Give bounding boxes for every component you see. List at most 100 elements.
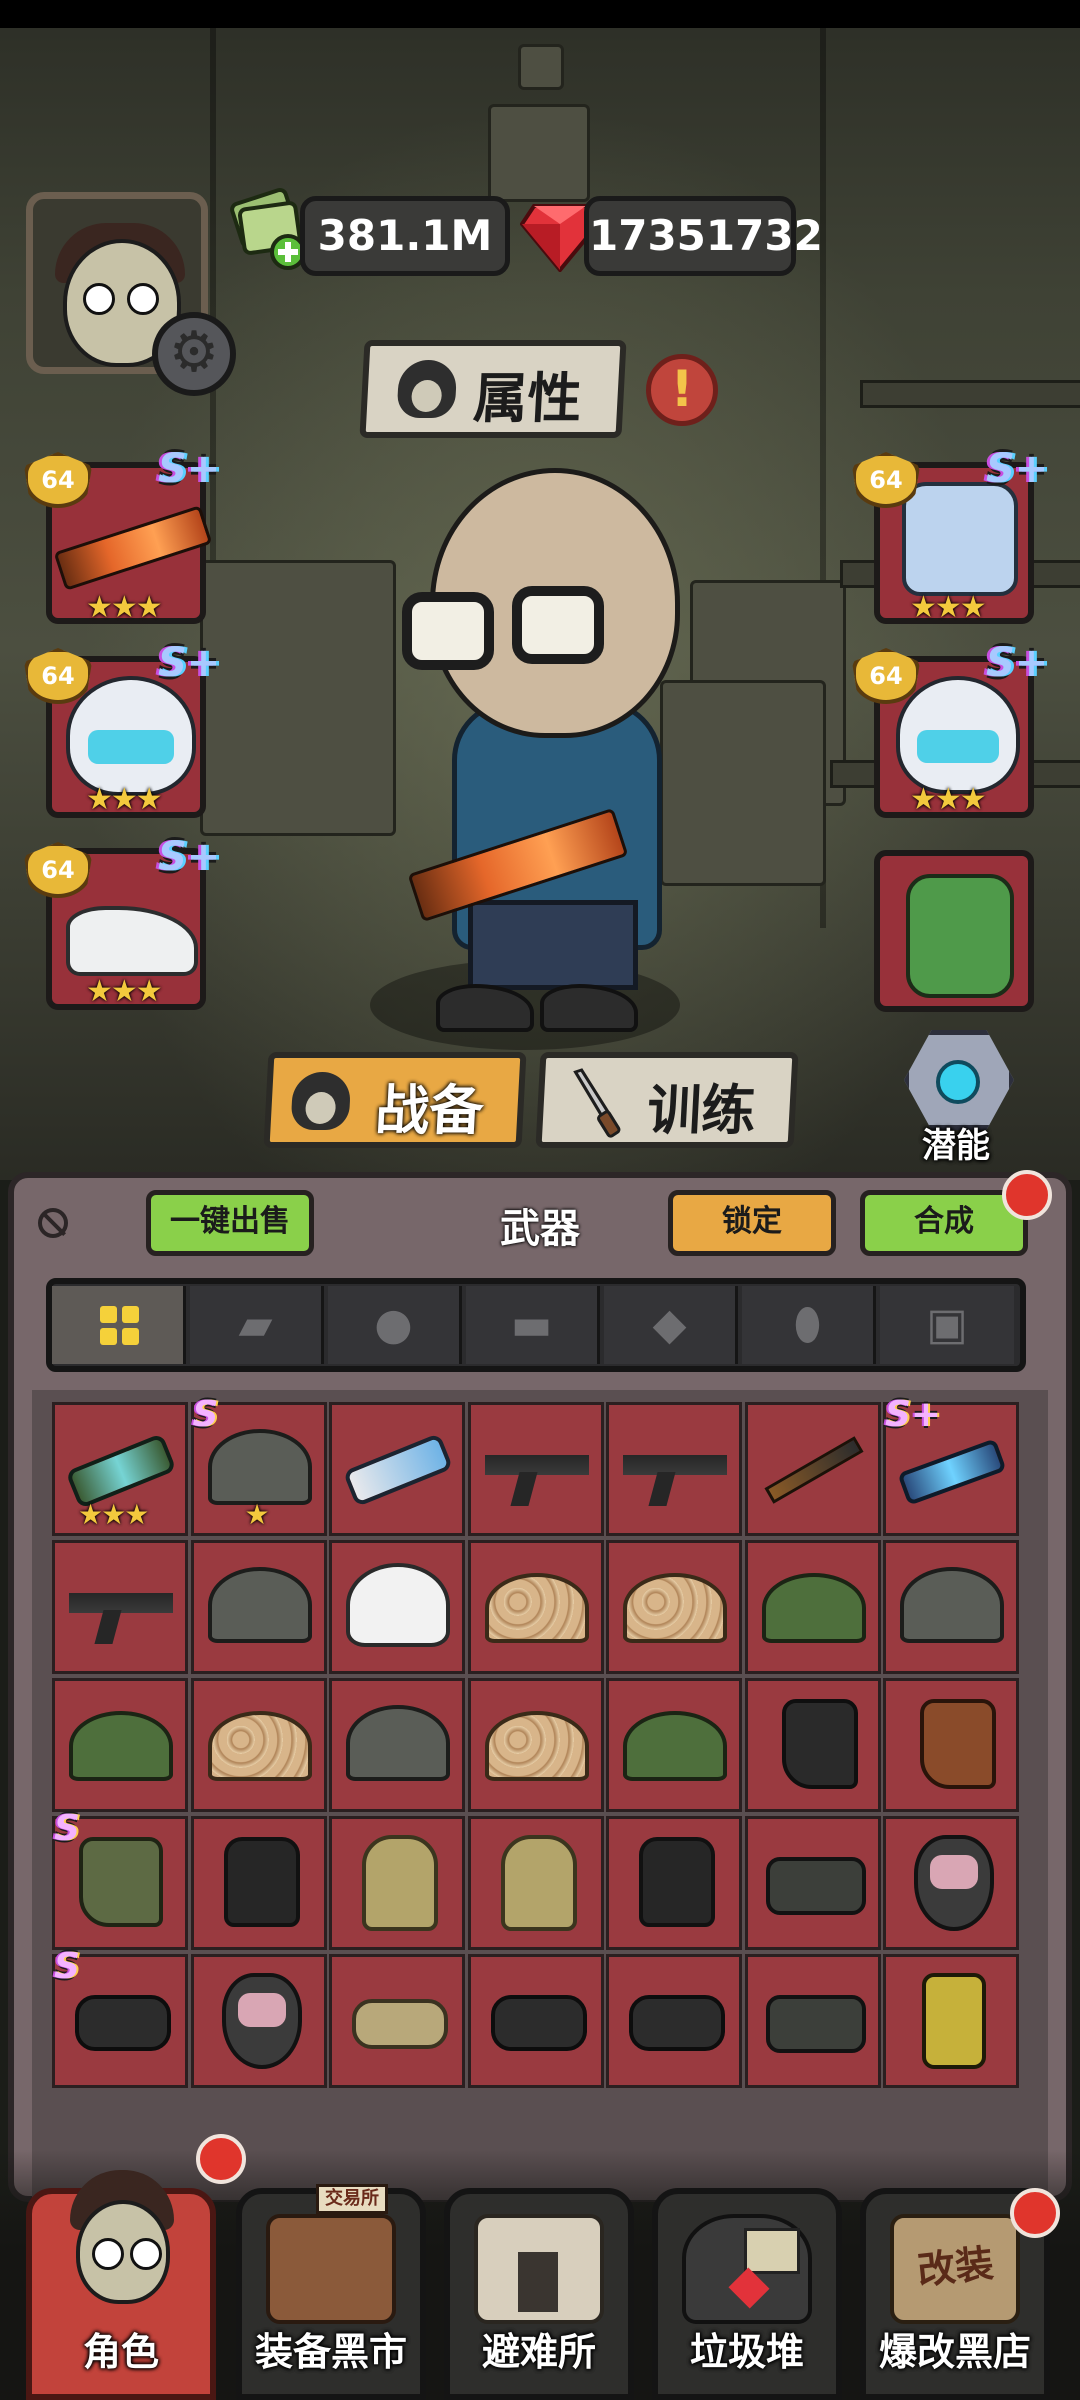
inventory-slot[interactable] bbox=[329, 1954, 465, 2088]
suit-icon bbox=[362, 1835, 438, 1931]
filter-mask[interactable]: ⬮ bbox=[742, 1286, 876, 1364]
equip-slot-backpack[interactable] bbox=[874, 850, 1034, 1012]
inventory-slot[interactable] bbox=[467, 1402, 604, 1536]
lock-button[interactable]: 锁定 bbox=[668, 1190, 836, 1256]
inventory-slot[interactable] bbox=[190, 1816, 327, 1950]
shelter-building-icon bbox=[474, 2214, 604, 2324]
inventory-slot[interactable] bbox=[467, 1816, 604, 1950]
inventory-slot[interactable] bbox=[329, 1678, 465, 1812]
inventory-slot[interactable] bbox=[744, 1540, 881, 1674]
inventory-slot[interactable] bbox=[329, 1540, 465, 1674]
vest-icon bbox=[639, 1837, 715, 1927]
scope-icon bbox=[765, 1995, 866, 2053]
item-star-rating: ★ bbox=[244, 1498, 270, 1531]
mask-icon: ⬮ bbox=[793, 1299, 822, 1350]
smg-icon bbox=[342, 1432, 454, 1508]
inventory-slot[interactable] bbox=[883, 1678, 1019, 1812]
cash-amount: 381.1M bbox=[300, 196, 510, 276]
filter-helmet[interactable]: ● bbox=[328, 1286, 462, 1364]
filter-pants[interactable]: ▬ bbox=[466, 1286, 600, 1364]
rifle-icon bbox=[484, 1427, 589, 1507]
hide-toggle-icon[interactable] bbox=[38, 1208, 68, 1238]
item-grade-badge: S bbox=[192, 1394, 219, 1435]
attributes-button[interactable]: 属性 bbox=[359, 340, 627, 438]
inventory-slot[interactable] bbox=[606, 1402, 742, 1536]
star-rating: ★★★ bbox=[910, 590, 987, 625]
alert-icon[interactable]: ! bbox=[646, 354, 718, 426]
inventory-slot[interactable] bbox=[190, 1540, 327, 1674]
nav-character[interactable]: 角色 bbox=[26, 2170, 216, 2400]
tactical-helmet-icon bbox=[66, 676, 196, 796]
helmet-dark-icon bbox=[207, 1567, 312, 1643]
grade-badge: S+ bbox=[986, 446, 1049, 492]
filter-armor[interactable]: ◆ bbox=[604, 1286, 738, 1364]
sell-all-button[interactable]: 一键出售 bbox=[146, 1190, 314, 1256]
tab-training-label: 训练 bbox=[645, 1079, 758, 1142]
inventory-slot[interactable] bbox=[52, 1678, 188, 1812]
inventory-slot[interactable] bbox=[190, 1678, 327, 1812]
grade-badge: S+ bbox=[158, 834, 221, 880]
inventory-slot[interactable] bbox=[329, 1816, 465, 1950]
settings-gear-icon[interactable]: ⚙ bbox=[152, 312, 236, 396]
backpack-icon bbox=[906, 874, 1014, 998]
rifle-icon bbox=[69, 1565, 173, 1645]
nv-icon bbox=[629, 1995, 725, 2051]
helmet-green-icon bbox=[69, 1711, 173, 1781]
inventory-slot[interactable] bbox=[606, 1816, 742, 1950]
inventory-slot[interactable] bbox=[744, 1954, 881, 2088]
tab-training[interactable]: 训练 bbox=[535, 1052, 799, 1148]
inventory-slot[interactable] bbox=[744, 1678, 881, 1812]
gem-amount: 17351732 bbox=[584, 196, 823, 276]
inventory-slot[interactable] bbox=[467, 1678, 604, 1812]
star-rating: ★★★ bbox=[910, 782, 987, 817]
tab-gear-label: 战备 bbox=[373, 1079, 486, 1142]
inventory-slot[interactable] bbox=[329, 1402, 465, 1536]
hood-icon bbox=[290, 1072, 352, 1130]
body-armor-icon bbox=[902, 482, 1018, 596]
star-rating: ★★★ bbox=[86, 974, 163, 1009]
mask-icon bbox=[221, 1973, 302, 2069]
helmet-camo-icon bbox=[484, 1573, 589, 1643]
wall-switch bbox=[518, 44, 564, 90]
scope-icon bbox=[765, 1857, 866, 1915]
inventory-slot[interactable] bbox=[883, 1816, 1019, 1950]
filter-all[interactable] bbox=[52, 1286, 186, 1364]
suit-icon bbox=[500, 1835, 577, 1931]
inventory-slot[interactable] bbox=[606, 1954, 742, 2088]
nav-shelter[interactable]: 避难所 bbox=[444, 2188, 634, 2400]
nav-equipment-market[interactable]: 交易所 装备黑市 bbox=[236, 2184, 426, 2400]
notification-dot bbox=[196, 2134, 246, 2184]
pants-icon: ▬ bbox=[510, 1299, 553, 1350]
inventory-slot[interactable] bbox=[744, 1402, 881, 1536]
inventory-slot[interactable] bbox=[744, 1816, 881, 1950]
filter-backpack[interactable]: ▣ bbox=[880, 1286, 1014, 1364]
nav-junkyard[interactable]: 垃圾堆 bbox=[652, 2188, 842, 2400]
inventory-slot[interactable] bbox=[606, 1540, 742, 1674]
helmet-white-icon bbox=[346, 1563, 450, 1647]
potential-label: 潜能 bbox=[922, 1126, 990, 1166]
potential-button[interactable]: 潜能 bbox=[896, 1030, 1018, 1166]
tab-gear[interactable]: 战备 bbox=[263, 1052, 527, 1148]
hood-icon bbox=[396, 360, 458, 418]
sneaker-icon bbox=[66, 906, 198, 976]
inventory-slot[interactable] bbox=[883, 1954, 1019, 2088]
inventory-slot[interactable] bbox=[52, 1540, 188, 1674]
inventory-slot[interactable] bbox=[467, 1954, 604, 2088]
inventory-slot[interactable] bbox=[467, 1540, 604, 1674]
item-grade-badge: S bbox=[54, 1808, 80, 1849]
helmet-green-icon bbox=[761, 1573, 866, 1643]
inventory-slot[interactable] bbox=[606, 1678, 742, 1812]
wall-panel bbox=[488, 104, 590, 202]
filter-weapon[interactable]: ▰ bbox=[190, 1286, 324, 1364]
knife-icon bbox=[573, 1068, 621, 1138]
inventory-slot[interactable] bbox=[190, 1954, 327, 2088]
mod-shop-sign: 改装 bbox=[915, 2241, 996, 2293]
grade-badge: S+ bbox=[158, 640, 221, 686]
mask-icon bbox=[914, 1835, 994, 1931]
item-grade-badge: S bbox=[54, 1946, 80, 1987]
boot-black-icon bbox=[781, 1699, 858, 1789]
star-rating: ★★★ bbox=[86, 590, 163, 625]
helmet-camo-icon bbox=[207, 1711, 312, 1781]
nv-tan-icon bbox=[352, 1999, 448, 2049]
inventory-slot[interactable] bbox=[883, 1540, 1019, 1674]
